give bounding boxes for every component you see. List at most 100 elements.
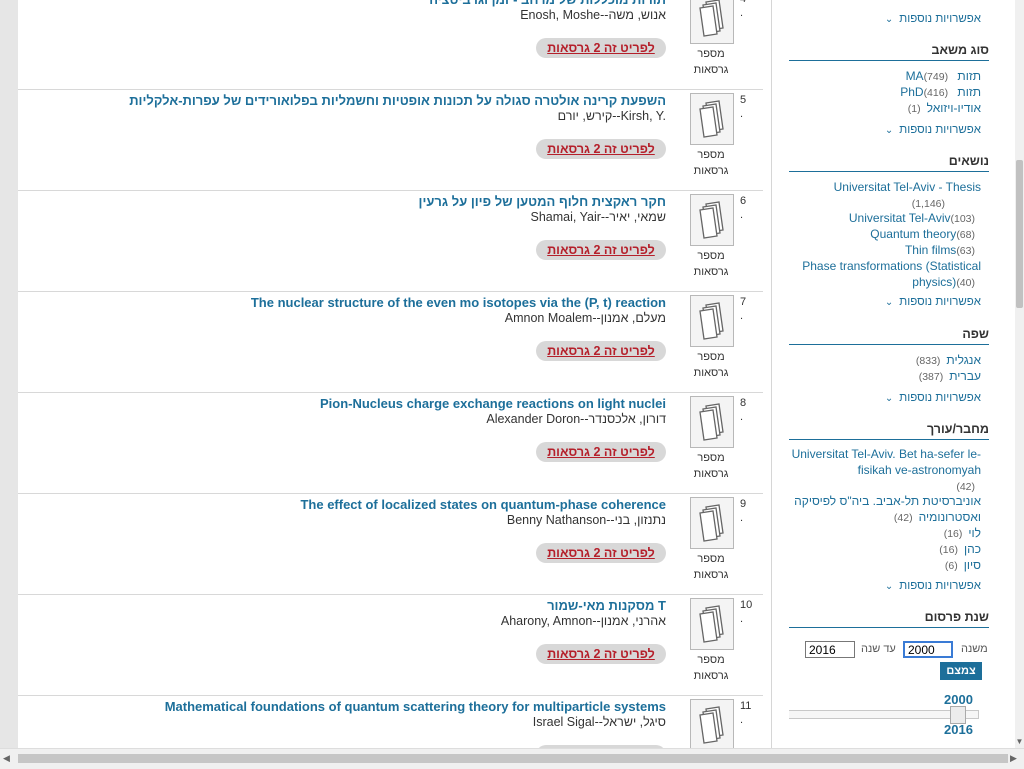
result-row: תורות מוכללות של מרחב - זמן וגרביטציהEno…: [18, 0, 763, 90]
result-author: Israel Sigal--סיגל, ישראל: [532, 715, 666, 729]
chevron-down-icon: ⌄: [884, 581, 894, 592]
result-number: 11.: [740, 700, 752, 726]
multiple-versions-thumbnail[interactable]: [690, 699, 734, 748]
more-options-link-author[interactable]: אפשרויות נוספות⌄: [885, 580, 981, 592]
horizontal-scrollbar[interactable]: ◀ ▶: [0, 748, 1024, 769]
thumbnail-label: מספר גרסאות: [693, 48, 729, 76]
facet-item-ma-thesis[interactable]: תזות MA(749): [789, 68, 981, 85]
result-row: The effect of localized states on quantu…: [18, 494, 763, 595]
vertical-scrollbar[interactable]: ▼: [1015, 0, 1024, 748]
result-row: Pion-Nucleus charge exchange reactions o…: [18, 393, 763, 494]
thumbnail-label: מספר גרסאות: [693, 452, 729, 480]
result-author: קירש, יורם--Kirsh, Y.: [557, 109, 666, 123]
thumbnail-label: מספר גרסאות: [693, 149, 729, 177]
result-row: חקר ראקצית חלוף המטען של פיון על גרעין Sh…: [18, 191, 763, 292]
multiple-versions-thumbnail[interactable]: [690, 396, 734, 448]
facet-item-subject-quantum[interactable]: Quantum theory(68): [789, 226, 981, 243]
year-to-label: עד שנה: [861, 643, 896, 655]
slider-min-label: 2000: [944, 692, 973, 707]
facet-item-audiovisual[interactable]: אודיו-ויזואל(1): [789, 100, 981, 117]
facet-heading-resource-type: סוג משאב: [789, 43, 989, 61]
result-author: Alexander Doron--דורון, אלכסנדר: [486, 412, 666, 426]
scroll-down-arrow-icon[interactable]: ▼: [1015, 737, 1024, 747]
result-title[interactable]: The nuclear structure of the even mo iso…: [46, 295, 666, 310]
chevron-down-icon: ⌄: [884, 125, 894, 136]
results-list: תורות מוכללות של מרחב - זמן וגרביטציהEno…: [18, 0, 772, 748]
result-author: Aharony, Amnon--אהרני, אמנון: [500, 614, 666, 628]
versions-button[interactable]: לפריט זה 2 גרסאות: [536, 543, 666, 563]
facet-item-author-cohen[interactable]: כהן(16): [789, 541, 981, 558]
more-options-link-top[interactable]: אפשרויות נוספות ⌄: [885, 13, 981, 25]
result-title[interactable]: תורות מוכללות של מרחב - זמן וגרביטציה: [46, 0, 666, 7]
scroll-right-arrow-icon[interactable]: ▶: [1010, 753, 1017, 764]
result-number: 6.: [740, 195, 747, 221]
multiple-versions-thumbnail[interactable]: [690, 93, 734, 145]
result-title[interactable]: T מסקנות מאי-שמור: [46, 598, 666, 613]
result-number: 9.: [740, 498, 747, 524]
result-row: Mathematical foundations of quantum scat…: [18, 696, 763, 748]
facet-item-phd-thesis[interactable]: תזות PhD(416): [789, 84, 981, 101]
result-row: T מסקנות מאי-שמור Aharony, Amnon--אהרני, …: [18, 595, 763, 696]
versions-button[interactable]: לפריט זה 2 גרסאות: [536, 442, 666, 462]
result-title[interactable]: The effect of localized states on quantu…: [46, 497, 666, 512]
versions-button[interactable]: לפריט זה 2 גרסאות: [536, 240, 666, 260]
facet-heading-author: מחבר/עורך: [789, 422, 989, 440]
facet-heading-subjects: נושאים: [789, 154, 989, 172]
thumbnail-label: מספר גרסאות: [693, 654, 729, 682]
chevron-down-icon: ⌄: [884, 14, 894, 25]
slider-max-label: 2016: [944, 722, 973, 737]
facet-item-hebrew[interactable]: עברית(387): [789, 368, 981, 385]
scroll-left-arrow-icon[interactable]: ◀: [3, 753, 10, 764]
facet-item-author-tau-school[interactable]: Universitat Tel-Aviv. Bet ha-sefer le-fi…: [789, 446, 981, 495]
scrollbar-thumb[interactable]: [1016, 160, 1023, 308]
result-title[interactable]: השפעת קרינה אולטרה סגולה על תכונות אופטי…: [46, 93, 666, 108]
result-row: The nuclear structure of the even mo iso…: [18, 292, 763, 393]
result-number: 10.: [740, 599, 753, 625]
result-author: Benny Nathanson--נתנזון, בני: [506, 513, 666, 527]
facet-heading-language: שפה: [789, 327, 989, 345]
result-title[interactable]: Mathematical foundations of quantum scat…: [46, 699, 666, 714]
result-title[interactable]: חקר ראקצית חלוף המטען של פיון על גרעין: [46, 194, 666, 209]
multiple-versions-thumbnail[interactable]: [690, 598, 734, 650]
multiple-versions-thumbnail[interactable]: [690, 295, 734, 347]
chevron-down-icon: ⌄: [884, 297, 894, 308]
more-options-link-resource-type[interactable]: אפשרויות נוספות⌄: [885, 124, 981, 136]
result-number: 8.: [740, 397, 747, 423]
result-author: Amnon Moalem--מעלם, אמנון: [504, 311, 666, 325]
result-title[interactable]: Pion-Nucleus charge exchange reactions o…: [46, 396, 666, 411]
facet-item-english[interactable]: אנגלית(833): [789, 352, 981, 369]
facets-sidebar: אפשרויות נוספות ⌄ סוג משאב תזות MA(749) ת…: [789, 0, 989, 748]
facet-heading-year: שנת פרסום: [789, 610, 989, 628]
versions-button[interactable]: לפריט זה 2 גרסאות: [536, 38, 666, 58]
year-to-input[interactable]: [805, 641, 855, 658]
facet-item-subject-thesis[interactable]: Universitat Tel-Aviv - Thesis (1,146): [789, 179, 981, 212]
multiple-versions-thumbnail[interactable]: [690, 497, 734, 549]
versions-button[interactable]: לפריט זה 2 גרסאות: [536, 139, 666, 159]
year-apply-button[interactable]: צמצם: [940, 662, 982, 680]
chevron-down-icon: ⌄: [884, 393, 894, 404]
left-gutter: [0, 0, 18, 748]
multiple-versions-thumbnail[interactable]: [690, 0, 734, 44]
year-from-input[interactable]: [903, 641, 953, 658]
result-number: 5.: [740, 94, 747, 120]
year-slider[interactable]: [789, 706, 979, 724]
facet-item-author-tau-hebrew[interactable]: אוניברסיטת תל-אביב. ביה"ס לפיסיקה ואסטרו…: [789, 493, 981, 526]
facet-item-subject-phase[interactable]: Phase transformations (Statistical physi…: [789, 258, 981, 291]
result-row: השפעת קרינה אולטרה סגולה על תכונות אופטי…: [18, 90, 763, 191]
facet-item-subject-thin-films[interactable]: Thin films(63): [789, 242, 981, 259]
thumbnail-label: מספר גרסאות: [693, 351, 729, 379]
thumbnail-label: מספר גרסאות: [693, 553, 729, 581]
facet-item-author-levi[interactable]: לוי(16): [789, 525, 981, 542]
multiple-versions-thumbnail[interactable]: [690, 194, 734, 246]
versions-button[interactable]: לפריט זה 2 גרסאות: [536, 341, 666, 361]
result-author: Shamai, Yair--שמאי, יאיר: [530, 210, 666, 224]
facet-item-author-sivan[interactable]: סיון(6): [789, 557, 981, 574]
result-number: 7.: [740, 296, 747, 322]
versions-button[interactable]: לפריט זה 2 גרסאות: [536, 644, 666, 664]
result-author: Enosh, Moshe--אנוש, משה: [520, 8, 666, 22]
more-options-link-language[interactable]: אפשרויות נוספות⌄: [885, 392, 981, 404]
horizontal-scrollbar-thumb[interactable]: [18, 754, 1008, 763]
thumbnail-label: מספר גרסאות: [693, 250, 729, 278]
facet-item-subject-tau[interactable]: Universitat Tel-Aviv(103): [789, 210, 981, 227]
more-options-link-subjects[interactable]: אפשרויות נוספות⌄: [885, 296, 981, 308]
